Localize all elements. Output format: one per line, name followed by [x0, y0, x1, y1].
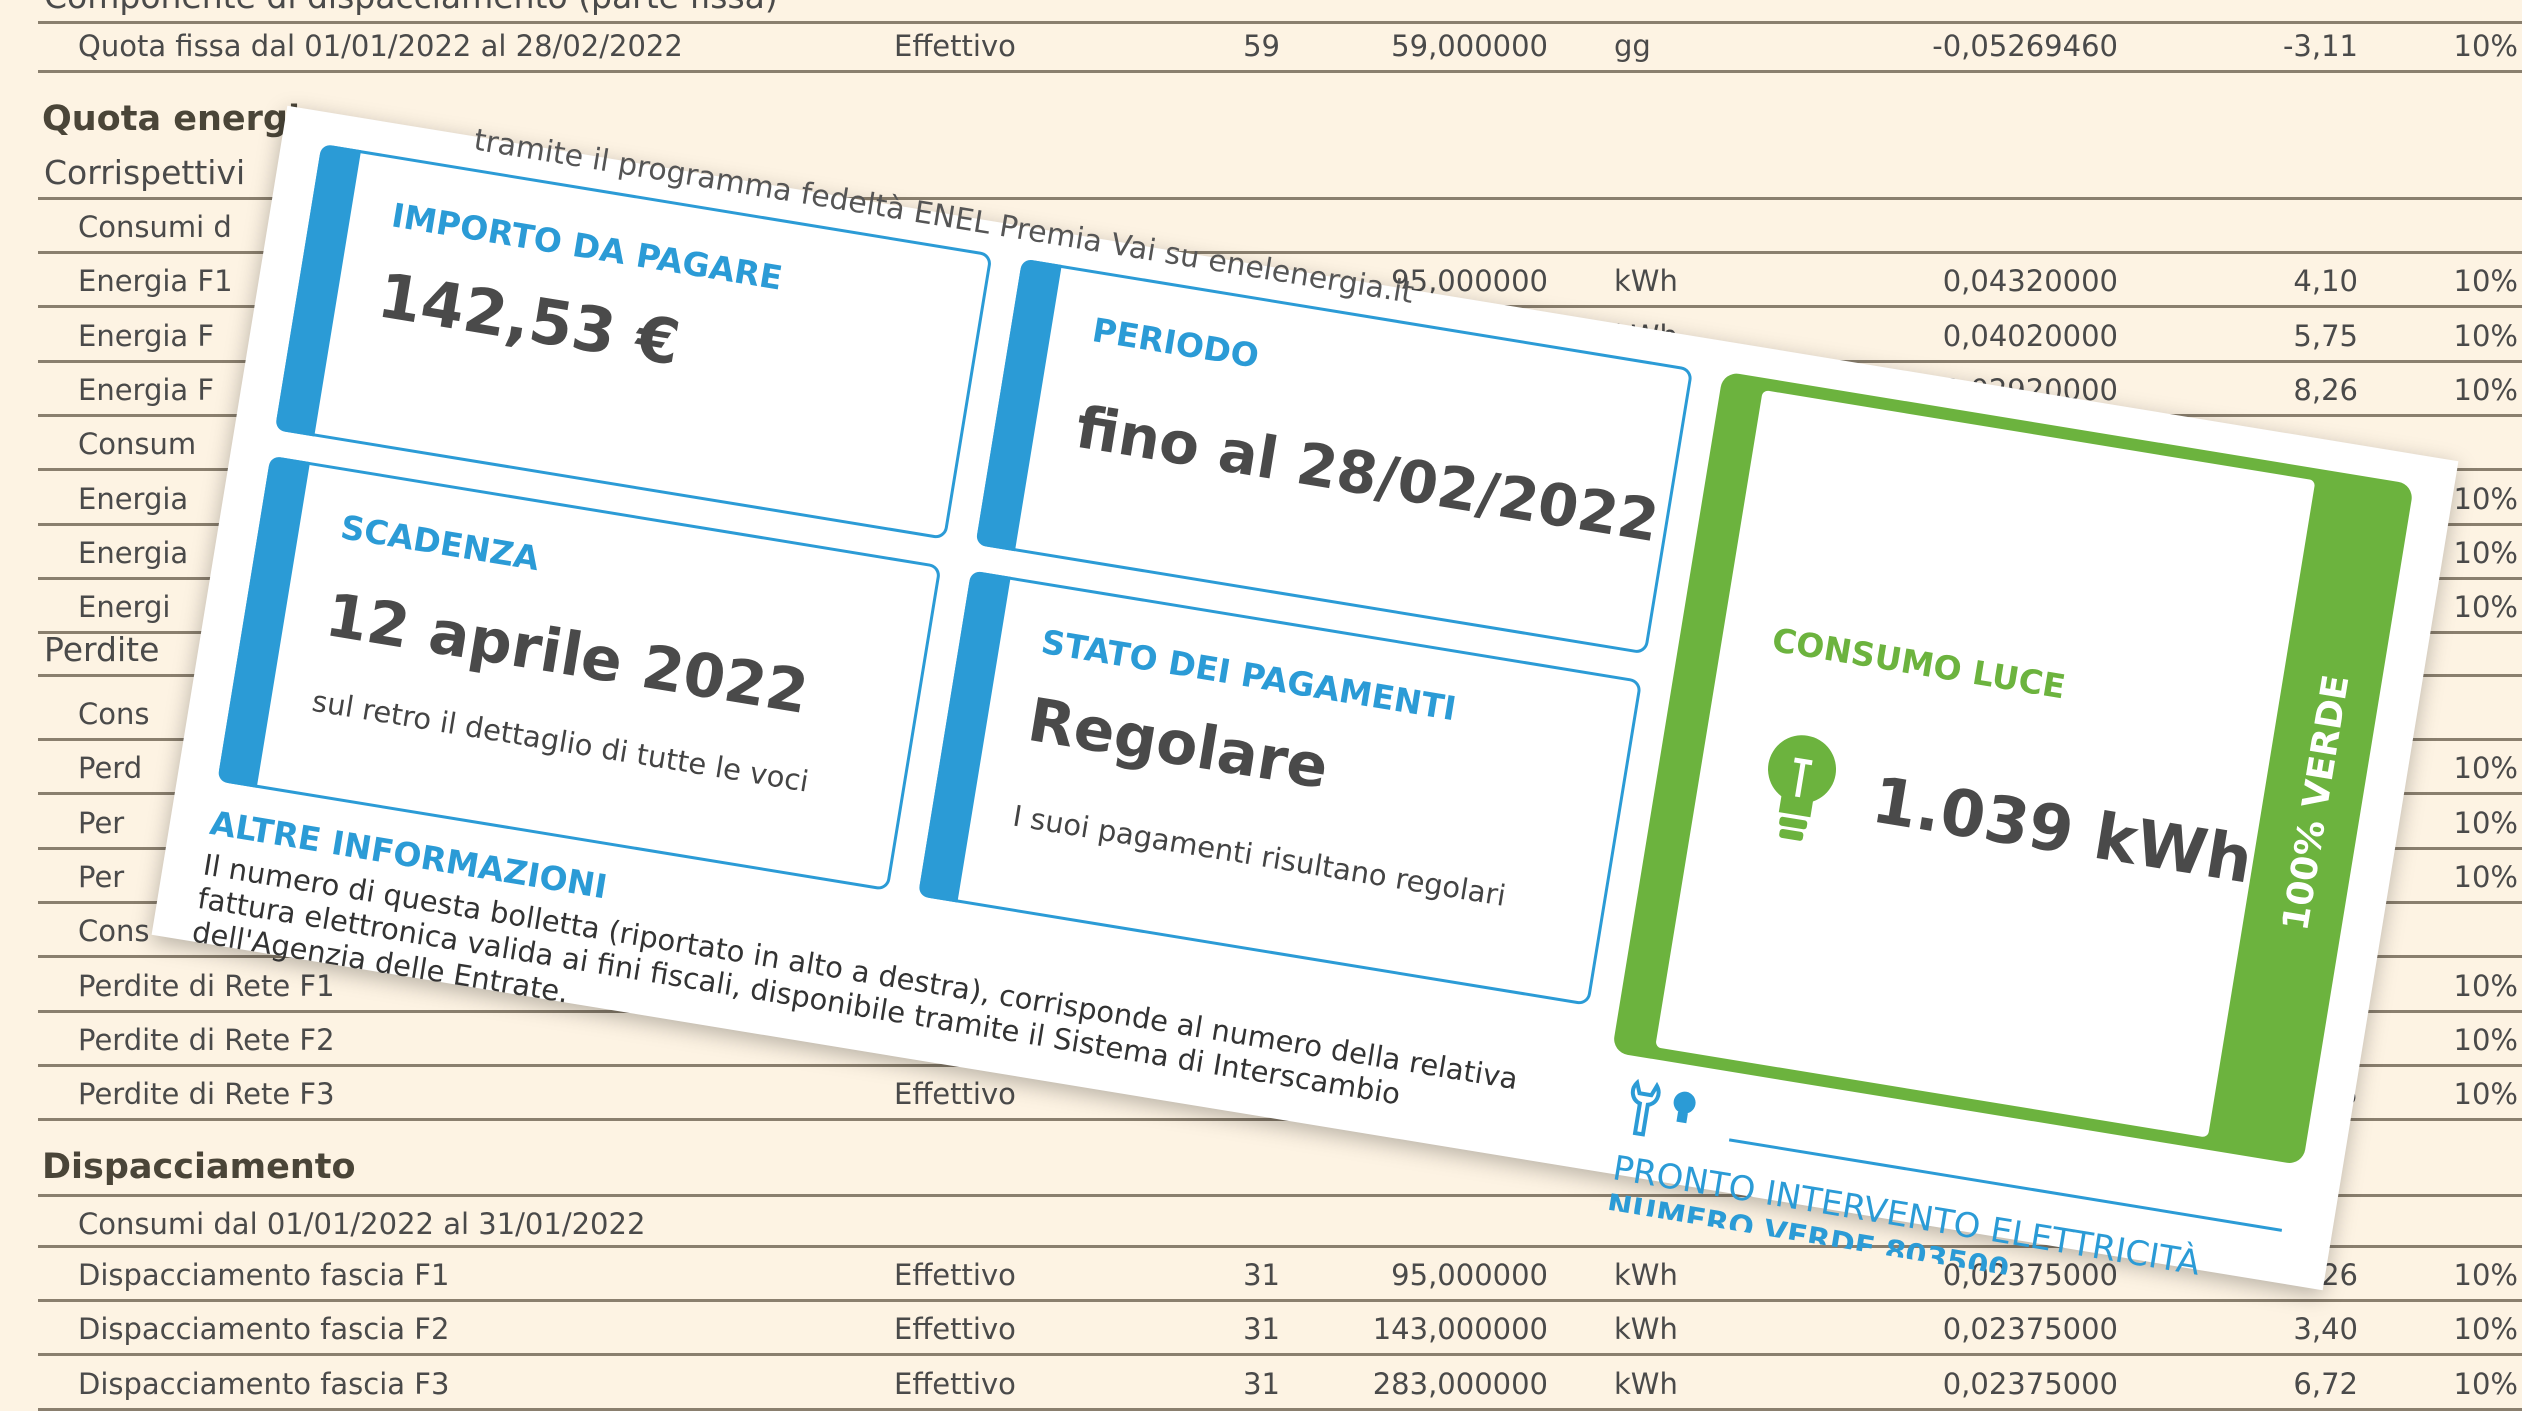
periodo-label: PERIODO: [1089, 310, 1262, 376]
row-tipo: Effettivo: [894, 1258, 1016, 1292]
stato-value: Regolare: [1023, 685, 1333, 804]
row-quantita: 95,000000: [1391, 1258, 1548, 1292]
row-label: Per: [78, 859, 125, 894]
row-label: Energia: [78, 535, 189, 570]
row-iva: 10%: [2453, 859, 2518, 894]
consumo-label: CONSUMO LUCE: [1769, 620, 2069, 707]
row-iva: 10%: [2453, 372, 2518, 407]
row-label: Consumi d: [78, 210, 232, 244]
row-iva: 10%: [2453, 264, 2518, 299]
row-um: kWh: [1614, 1366, 1678, 1401]
row-totale: 6,72: [2293, 1366, 2358, 1401]
row-label: Energia F: [78, 372, 215, 407]
row-label: Energia F1: [78, 264, 233, 299]
row-um: kWh: [1614, 1258, 1678, 1292]
row-label: Dispacciamento fascia F3: [78, 1366, 450, 1401]
row-tipo: Effettivo: [894, 1312, 1016, 1347]
row-label: Energia F: [78, 318, 215, 353]
row-label: Consumi dal 01/01/2022 al 31/01/2022: [78, 1207, 646, 1241]
row-gg: 59: [1243, 29, 1280, 63]
row-iva: 10%: [2453, 29, 2518, 63]
row-label: Cons: [78, 697, 150, 731]
row-iva: 10%: [2453, 1366, 2518, 1401]
row-totale: 8,26: [2293, 372, 2358, 407]
accent-bar: [975, 258, 1062, 552]
verde-badge: 100% VERDE: [2275, 671, 2358, 934]
row-label: Dispacciamento fascia F1: [78, 1258, 450, 1292]
row-iva: 10%: [2453, 968, 2518, 1003]
row-quantita: 283,000000: [1372, 1366, 1548, 1401]
row-gg: 31: [1243, 1258, 1280, 1292]
row-label: Per: [78, 805, 125, 840]
section-title: Dispacciamento: [42, 1147, 356, 1187]
table-row: Dispacciamento fascia F3 Effettivo 31 283,0…: [38, 1357, 2522, 1411]
row-label: Perdite di Rete F1: [78, 968, 335, 1003]
row-quantita: 59,000000: [1391, 29, 1548, 63]
consumo-luce-box: CONSUMO LUCE 1.039 kWh 100% VERDE: [1611, 371, 2415, 1166]
stato-note: I suoi pagamenti risultano regolari: [1010, 798, 1509, 913]
table-row: Quota fissa dal 01/01/2022 al 28/02/2022…: [38, 19, 2522, 73]
row-totale: 5,75: [2293, 318, 2358, 353]
row-label: Perdite di Rete F2: [78, 1022, 335, 1057]
section-label: Perdite: [44, 630, 160, 669]
row-prezzo: 0,02375000: [1942, 1366, 2118, 1401]
row-gg: 31: [1243, 1366, 1280, 1401]
row-iva: 10%: [2453, 805, 2518, 840]
row-prezzo: -0,05269460: [1932, 29, 2118, 63]
row-label: Perd: [78, 751, 143, 786]
consumo-value: 1.039 kWh: [1866, 763, 2258, 899]
row-label: Consum: [78, 427, 197, 462]
row-um: kWh: [1614, 1312, 1678, 1347]
row-iva: 10%: [2453, 1258, 2518, 1292]
row-label: Energia: [78, 481, 189, 516]
row-prezzo: 0,04320000: [1942, 264, 2118, 299]
row-prezzo: 0,02375000: [1942, 1312, 2118, 1347]
table-row: Dispacciamento fascia F2 Effettivo 31 143,0…: [38, 1302, 2522, 1357]
row-um: kWh: [1614, 264, 1678, 299]
consumo-panel: CONSUMO LUCE 1.039 kWh: [1655, 389, 2316, 1138]
accent-bar: [217, 455, 311, 788]
periodo-value: fino al 28/02/2022: [1071, 393, 1664, 556]
row-tipo: Effettivo: [894, 29, 1016, 63]
importo-value: 142,53 €: [373, 258, 685, 380]
section-label: Corrispettivi: [44, 153, 246, 192]
row-totale: 4,10: [2293, 264, 2358, 299]
row-iva: 10%: [2453, 318, 2518, 353]
row-totale: -3,11: [2282, 29, 2358, 63]
row-iva: 10%: [2453, 1022, 2518, 1057]
row-iva: 10%: [2453, 1312, 2518, 1347]
scadenza-label: SCADENZA: [337, 507, 543, 579]
row-iva: 10%: [2453, 751, 2518, 786]
row-um: gg: [1614, 29, 1651, 63]
row-quantita: 143,000000: [1372, 1312, 1548, 1347]
row-prezzo: 0,04020000: [1942, 318, 2118, 353]
row-iva: 10%: [2453, 1077, 2518, 1112]
row-label: Quota fissa dal 01/01/2022 al 28/02/2022: [78, 29, 683, 63]
accent-bar: [274, 143, 362, 437]
row-tipo: Effettivo: [894, 1366, 1016, 1401]
row-label: Dispacciamento fascia F2: [78, 1312, 450, 1347]
lightbulb-icon: [1768, 735, 1837, 841]
row-gg: 31: [1243, 1312, 1280, 1347]
wrench-icon: [1630, 1078, 1696, 1137]
row-label: Cons: [78, 914, 150, 949]
row-label: Perdite di Rete F3: [78, 1077, 335, 1112]
